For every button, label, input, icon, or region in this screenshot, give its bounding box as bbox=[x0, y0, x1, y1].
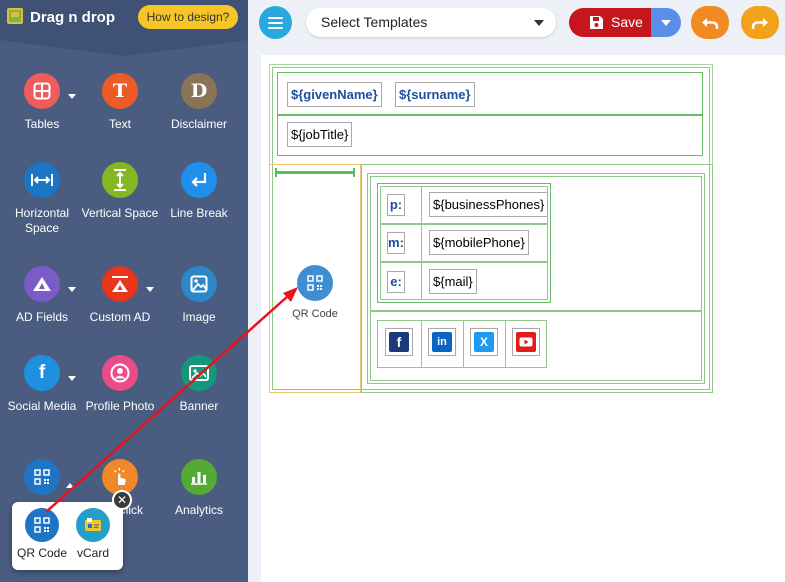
drag-arrow bbox=[45, 287, 298, 513]
